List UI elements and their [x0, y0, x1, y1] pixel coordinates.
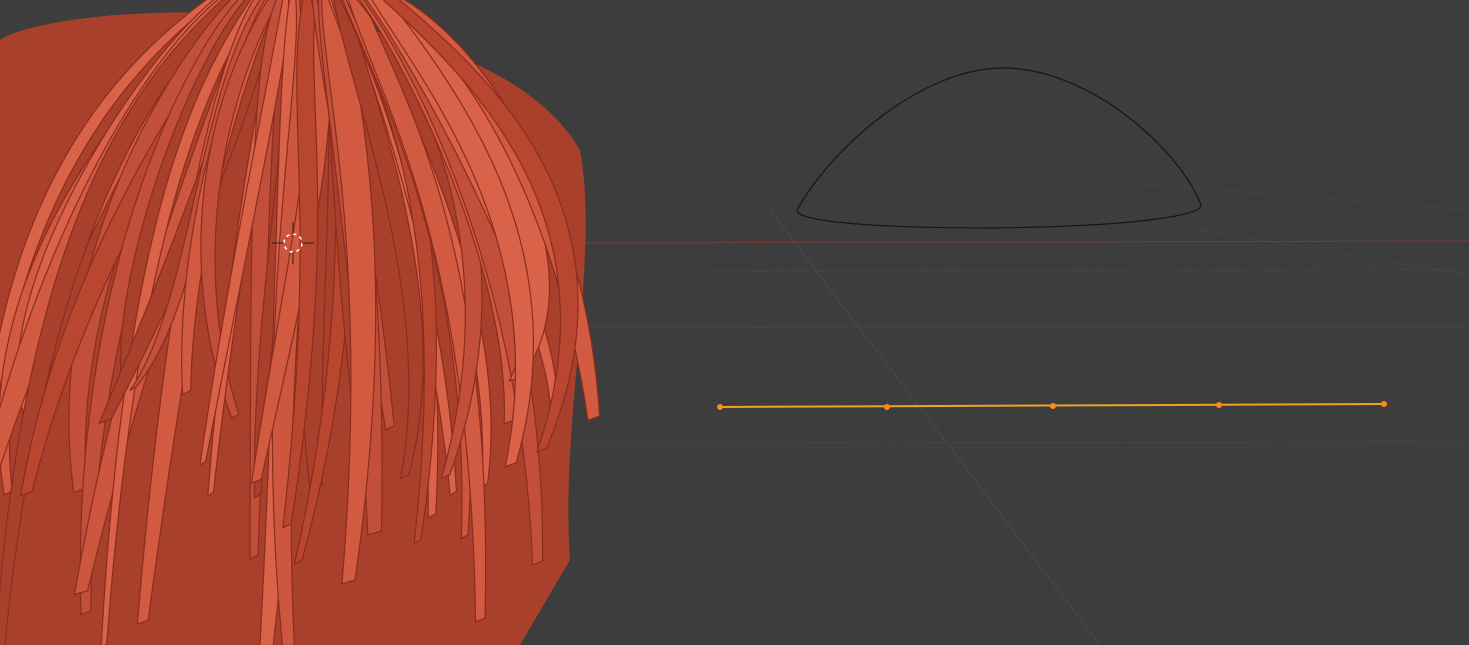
viewport-canvas[interactable] — [0, 0, 1469, 645]
curve-control-point[interactable] — [1050, 403, 1056, 409]
curve-control-point[interactable] — [1216, 402, 1222, 408]
dome-curve-object[interactable] — [796, 67, 1202, 229]
x-axis-line — [559, 240, 1469, 244]
3d-viewport[interactable] — [0, 0, 1469, 645]
curve-control-point[interactable] — [1381, 401, 1387, 407]
curve-control-point[interactable] — [884, 404, 890, 410]
hair-mesh-object[interactable] — [0, 0, 601, 645]
curve-control-point[interactable] — [717, 404, 723, 410]
selected-curve-object[interactable] — [717, 401, 1387, 410]
